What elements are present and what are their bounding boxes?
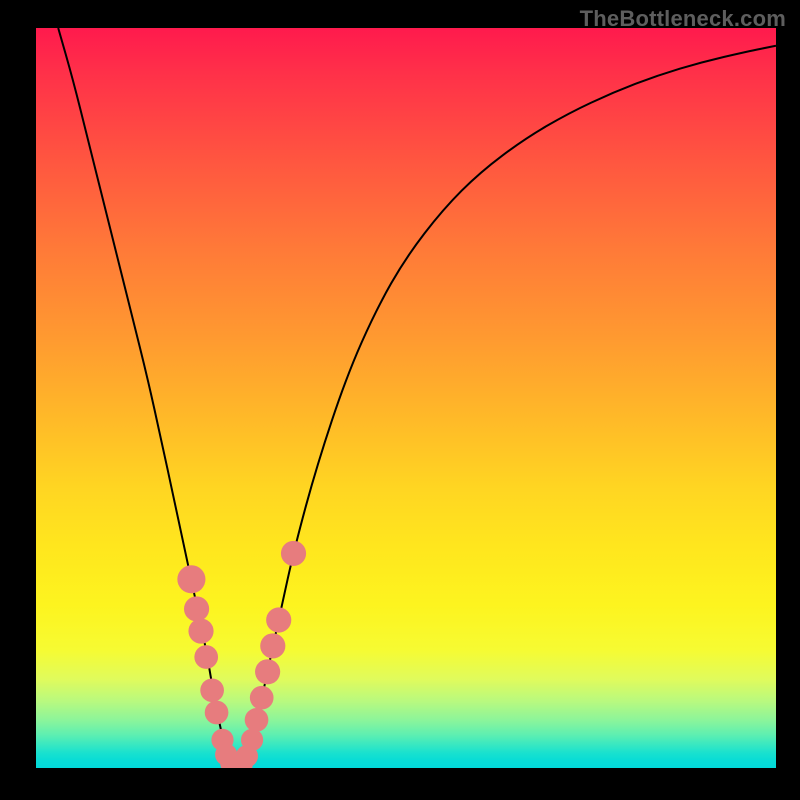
data-marker xyxy=(250,686,274,710)
plot-area xyxy=(36,28,776,768)
data-marker xyxy=(200,678,224,702)
data-marker xyxy=(255,659,280,684)
data-marker xyxy=(188,619,213,644)
data-marker xyxy=(260,633,285,658)
data-marker xyxy=(281,541,306,566)
data-marker xyxy=(177,565,205,593)
data-marker xyxy=(245,708,269,732)
data-marker xyxy=(241,729,263,751)
data-marker xyxy=(184,596,209,621)
bottleneck-curve xyxy=(36,28,776,768)
data-marker xyxy=(194,645,218,669)
data-marker xyxy=(266,607,291,632)
data-marker xyxy=(205,701,229,725)
chart-frame: TheBottleneck.com xyxy=(0,0,800,800)
